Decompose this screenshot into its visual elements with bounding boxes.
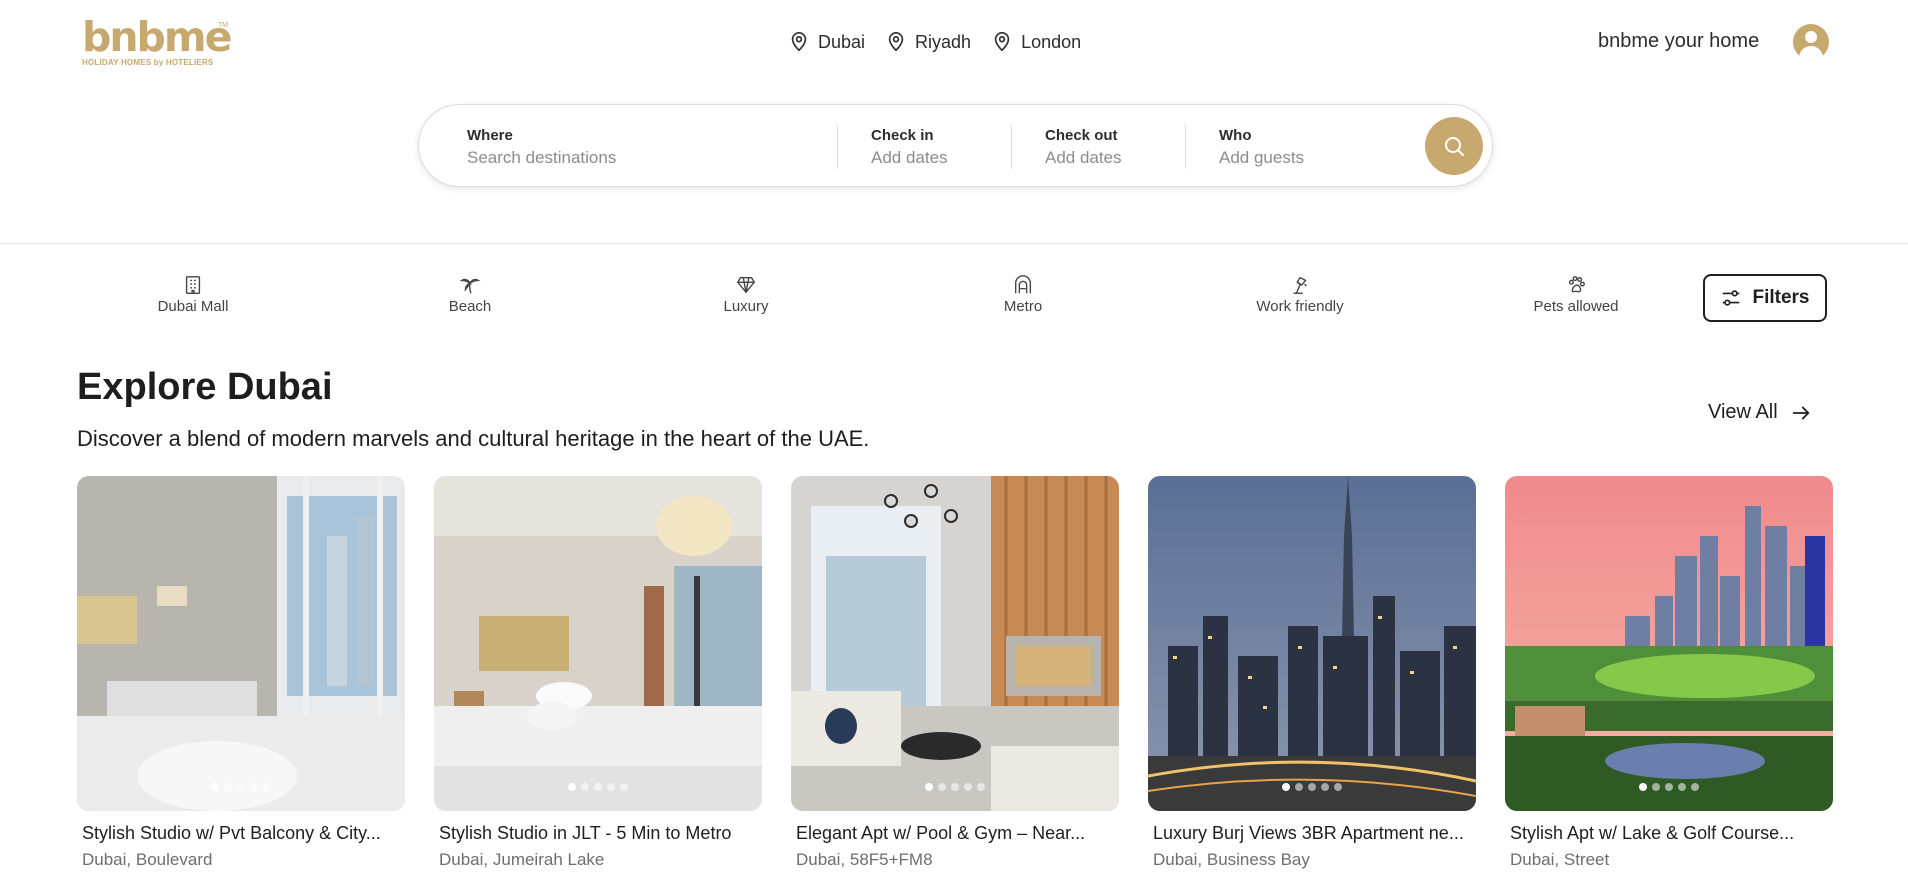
sliders-icon bbox=[1723, 290, 1740, 306]
listing-card[interactable]: Elegant Apt w/ Pool & Gym – Near... Duba… bbox=[791, 476, 1119, 874]
city-label: Dubai bbox=[818, 31, 866, 52]
listing-card[interactable]: Stylish Apt w/ Lake & Golf Course... Dub… bbox=[1505, 476, 1833, 874]
listing-photo[interactable] bbox=[1505, 476, 1833, 811]
where-input[interactable]: Search destinations bbox=[467, 148, 827, 168]
divider bbox=[837, 125, 838, 169]
category-label: Pets allowed bbox=[1533, 298, 1619, 315]
category-metro[interactable]: Metro bbox=[943, 270, 1103, 315]
listing-title[interactable]: Stylish Apt w/ Lake & Golf Course... bbox=[1510, 823, 1830, 844]
listing-photo[interactable] bbox=[434, 476, 762, 811]
brand-logo[interactable]: bnbme TM HOLIDAY HOMES by HOTELIERS bbox=[82, 13, 232, 68]
arrow-right-icon bbox=[1792, 406, 1809, 419]
map-pin-icon bbox=[994, 32, 1010, 52]
category-label: Luxury bbox=[723, 298, 769, 315]
section-subtitle: Discover a blend of modern marvels and c… bbox=[77, 426, 870, 451]
palm-tree-icon bbox=[459, 278, 481, 294]
checkin-field[interactable]: Check in Add dates bbox=[871, 127, 948, 168]
listing-location: Dubai, Boulevard bbox=[82, 850, 213, 869]
listing-carousel: Stylish Studio w/ Pvt Balcony & City... … bbox=[77, 476, 1837, 874]
section-title: Explore Dubai bbox=[77, 366, 333, 408]
where-field[interactable]: Where Search destinations bbox=[467, 127, 827, 168]
listing-card[interactable]: Stylish Studio w/ Pvt Balcony & City... … bbox=[77, 476, 405, 874]
category-beach[interactable]: Beach bbox=[390, 270, 550, 315]
listing-location: Dubai, Jumeirah Lake bbox=[439, 850, 605, 869]
photo-carousel-dots[interactable] bbox=[791, 783, 1119, 791]
category-label: Dubai Mall bbox=[157, 298, 229, 315]
city-link-london[interactable]: London bbox=[991, 31, 1081, 53]
listing-photo[interactable] bbox=[791, 476, 1119, 811]
city-label: London bbox=[1021, 31, 1082, 52]
category-dubai-mall[interactable]: Dubai Mall bbox=[113, 270, 273, 315]
divider bbox=[1011, 125, 1012, 169]
category-label: Beach bbox=[448, 298, 492, 315]
category-pets-allowed[interactable]: Pets allowed bbox=[1496, 270, 1656, 315]
city-label: Riyadh bbox=[915, 31, 972, 52]
logo-wordmark: bnbme bbox=[82, 13, 232, 61]
listing-card[interactable]: Luxury Burj Views 3BR Apartment ne... Du… bbox=[1148, 476, 1476, 874]
checkout-input[interactable]: Add dates bbox=[1045, 148, 1122, 168]
category-work-friendly[interactable]: Work friendly bbox=[1220, 270, 1380, 315]
divider bbox=[1185, 125, 1186, 169]
city-link-riyadh[interactable]: Riyadh bbox=[885, 31, 971, 53]
listing-location: Dubai, 58F5+FM8 bbox=[796, 850, 933, 869]
building-icon bbox=[185, 276, 201, 294]
category-luxury[interactable]: Luxury bbox=[666, 270, 826, 315]
category-label: Work friendly bbox=[1256, 298, 1344, 315]
photo-carousel-dots[interactable] bbox=[434, 783, 762, 791]
where-label: Where bbox=[467, 127, 513, 144]
city-nav: Dubai Riyadh London bbox=[788, 28, 1081, 56]
search-icon bbox=[1445, 137, 1464, 156]
logo-tagline: HOLIDAY HOMES by HOTELIERS bbox=[82, 58, 214, 67]
avatar-body bbox=[1799, 46, 1823, 60]
listing-title[interactable]: Stylish Studio w/ Pvt Balcony & City... bbox=[82, 823, 402, 844]
category-label: Metro bbox=[1003, 298, 1043, 315]
category-bar: Dubai Mall Beach Luxury Metro Work frien… bbox=[0, 270, 1908, 330]
photo-carousel-dots[interactable] bbox=[77, 783, 405, 791]
filters-label: Filters bbox=[1752, 287, 1810, 308]
city-link-dubai[interactable]: Dubai bbox=[788, 31, 865, 53]
search-bar: Where Search destinations Check in Add d… bbox=[418, 104, 1493, 187]
listing-location: Dubai, Business Bay bbox=[1153, 850, 1310, 869]
diamond-icon bbox=[736, 276, 756, 294]
checkin-input[interactable]: Add dates bbox=[871, 148, 948, 168]
checkout-field[interactable]: Check out Add dates bbox=[1045, 127, 1122, 168]
guests-input[interactable]: Add guests bbox=[1219, 148, 1304, 168]
listing-title[interactable]: Elegant Apt w/ Pool & Gym – Near... bbox=[796, 823, 1116, 844]
guests-field[interactable]: Who Add guests bbox=[1219, 127, 1304, 168]
listing-location: Dubai, Street bbox=[1510, 850, 1610, 869]
photo-carousel-dots[interactable] bbox=[1148, 783, 1476, 791]
checkout-label: Check out bbox=[1045, 127, 1118, 144]
listing-title[interactable]: Luxury Burj Views 3BR Apartment ne... bbox=[1153, 823, 1473, 844]
avatar-head bbox=[1805, 31, 1817, 43]
listing-photo[interactable] bbox=[1148, 476, 1476, 811]
search-button[interactable] bbox=[1425, 117, 1483, 175]
filters-button[interactable]: Filters bbox=[1703, 274, 1827, 322]
map-pin-icon bbox=[791, 32, 807, 52]
checkin-label: Check in bbox=[871, 127, 934, 144]
view-all-link[interactable]: View All bbox=[1708, 401, 1812, 424]
desk-lamp-icon bbox=[1293, 276, 1307, 294]
user-avatar-icon[interactable] bbox=[1793, 24, 1829, 60]
logo-trademark: TM bbox=[218, 22, 229, 29]
guests-label: Who bbox=[1219, 127, 1252, 144]
site-header: bnbme TM HOLIDAY HOMES by HOTELIERS Duba… bbox=[0, 0, 1908, 244]
listing-card[interactable]: Stylish Studio in JLT - 5 Min to Metro D… bbox=[434, 476, 762, 874]
metro-icon bbox=[1014, 275, 1032, 294]
view-all-label: View All bbox=[1708, 401, 1778, 423]
host-link[interactable]: bnbme your home bbox=[1598, 30, 1759, 53]
photo-carousel-dots[interactable] bbox=[1505, 783, 1833, 791]
listing-photo[interactable] bbox=[77, 476, 405, 811]
paw-icon bbox=[1568, 276, 1585, 293]
map-pin-icon bbox=[888, 32, 904, 52]
listing-title[interactable]: Stylish Studio in JLT - 5 Min to Metro bbox=[439, 823, 759, 844]
